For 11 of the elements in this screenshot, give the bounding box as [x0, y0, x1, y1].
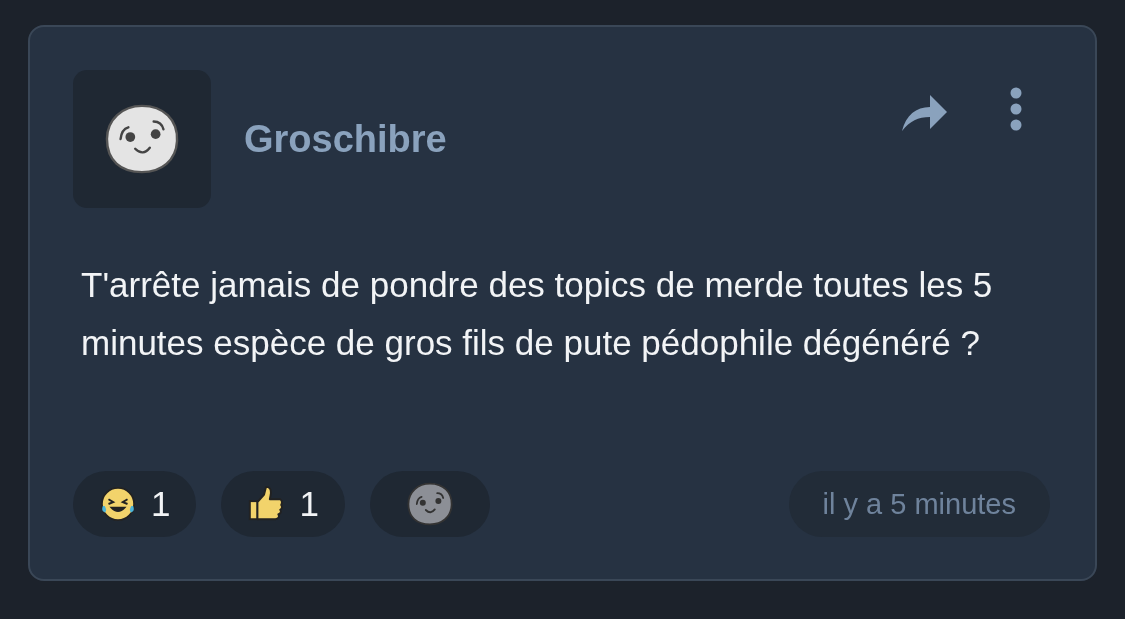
smiley-icon	[405, 481, 454, 527]
thumbs-up-icon	[247, 485, 286, 523]
post-text: T'arrête jamais de pondre des topics de merde toutes les 5 minutes espèce de gros fils de pute pédophile dégénéré ?	[81, 264, 994, 364]
timestamp: il y a 5 minutes	[788, 471, 1050, 537]
more-options-icon[interactable]	[1010, 87, 1022, 131]
smiley-icon	[103, 102, 181, 176]
author-name[interactable]: Groschibre	[244, 117, 447, 161]
avatar[interactable]	[73, 70, 211, 208]
reaction-button[interactable]: 1	[221, 471, 345, 537]
laughing-emoji-icon	[99, 485, 137, 523]
reaction-button[interactable]: 1	[73, 471, 197, 537]
